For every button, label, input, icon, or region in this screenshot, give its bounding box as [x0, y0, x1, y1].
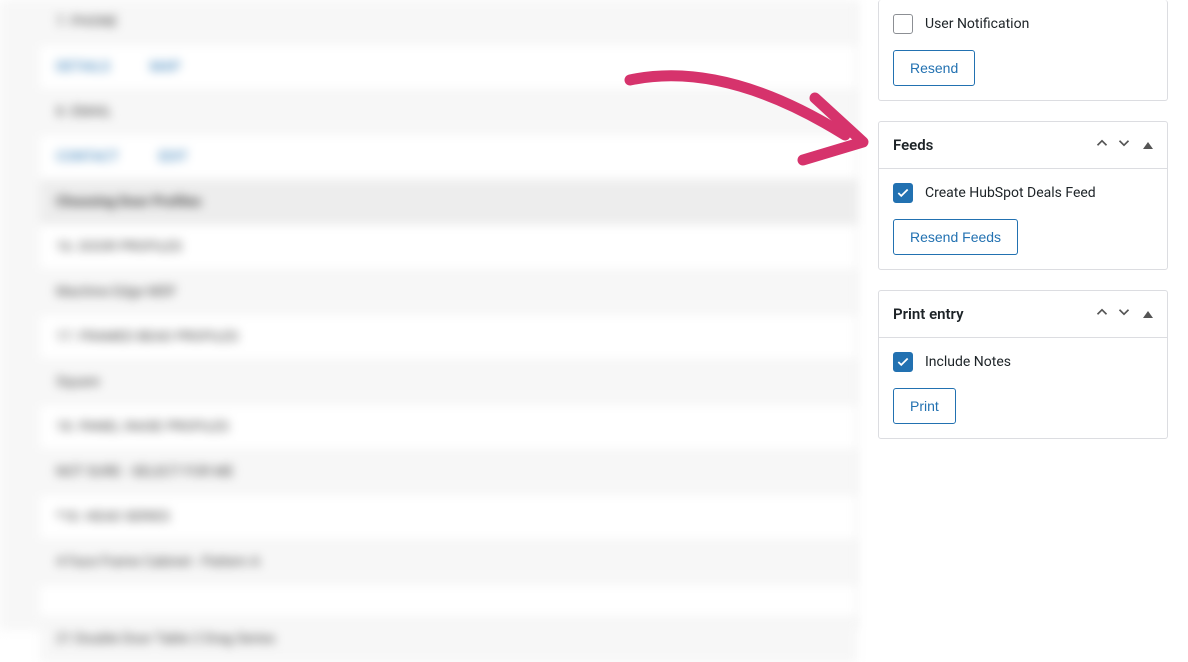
include-notes-row[interactable]: Include Notes — [893, 352, 1153, 372]
blur-row: Square — [40, 360, 857, 405]
feeds-title: Feeds — [893, 136, 933, 154]
print-entry-header[interactable]: Print entry — [879, 291, 1167, 338]
print-button[interactable]: Print — [893, 388, 956, 424]
chevron-up-icon[interactable] — [1093, 134, 1111, 156]
chevron-down-icon[interactable] — [1115, 303, 1133, 325]
section-header: Choosing Door Profiles — [40, 180, 857, 225]
sidebar: User Notification Resend Feeds — [858, 0, 1188, 630]
chevron-up-icon[interactable] — [1093, 303, 1111, 325]
blur-row — [40, 585, 857, 617]
feeds-panel: Feeds Create HubSpot Deals Feed Resend F… — [878, 121, 1168, 270]
blur-row: DETAILSMAP — [40, 45, 857, 90]
user-notification-row[interactable]: User Notification — [893, 14, 1153, 34]
notifications-panel: User Notification Resend — [878, 0, 1168, 101]
blur-row: 17. FRAMED BEAD PROFILES — [40, 315, 857, 360]
collapse-icon[interactable] — [1143, 305, 1153, 324]
blur-row: 8. EMAIL — [40, 90, 857, 135]
resend-button[interactable]: Resend — [893, 50, 975, 86]
feeds-panel-header[interactable]: Feeds — [879, 122, 1167, 169]
chevron-down-icon[interactable] — [1115, 134, 1133, 156]
create-feed-row[interactable]: Create HubSpot Deals Feed — [893, 183, 1153, 203]
blur-row: 4 Face Frame Cabinet - Pattern A — [40, 540, 857, 585]
create-feed-label: Create HubSpot Deals Feed — [925, 185, 1096, 201]
collapse-icon[interactable] — [1143, 136, 1153, 155]
blur-row: 7. PHONE — [40, 0, 857, 45]
blur-row: Machine Edge MDF — [40, 270, 857, 315]
blur-row: 16. DOOR PROFILES — [40, 225, 857, 270]
blur-row: CONTACTEDIT — [40, 135, 857, 180]
resend-feeds-button[interactable]: Resend Feeds — [893, 219, 1018, 255]
blur-row: 21 Double Door Table 2 Drag Series — [40, 617, 857, 662]
main-content-blurred: 7. PHONE DETAILSMAP 8. EMAIL CONTACTEDIT… — [0, 0, 858, 630]
blur-row: *18. HEAD SERIES — [40, 495, 857, 540]
blur-row: NOT SURE - SELECT FOR ME — [40, 450, 857, 495]
user-notification-label: User Notification — [925, 16, 1029, 32]
create-feed-checkbox[interactable] — [893, 183, 913, 203]
print-entry-panel: Print entry Include Notes Print — [878, 290, 1168, 439]
include-notes-checkbox[interactable] — [893, 352, 913, 372]
user-notification-checkbox[interactable] — [893, 14, 913, 34]
panel-controls — [1093, 303, 1153, 325]
include-notes-label: Include Notes — [925, 354, 1011, 370]
blur-row: 18. PANEL RAISE PROFILES — [40, 405, 857, 450]
panel-controls — [1093, 134, 1153, 156]
print-entry-title: Print entry — [893, 305, 964, 323]
